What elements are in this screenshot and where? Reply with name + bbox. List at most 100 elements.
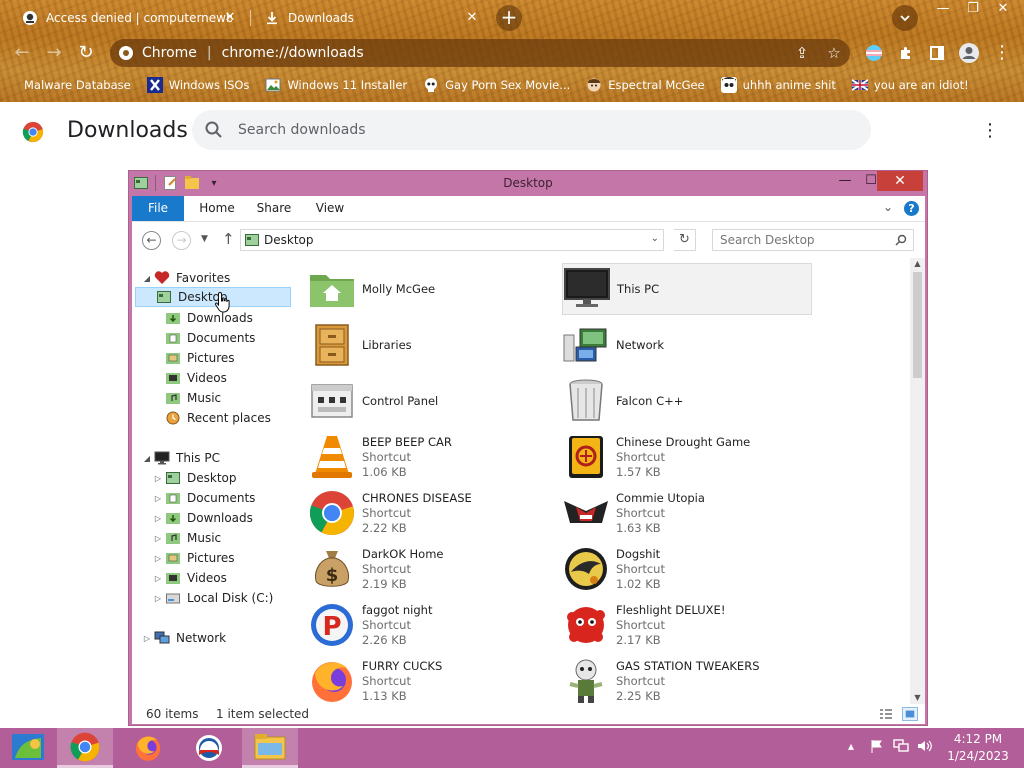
scroll-down-icon[interactable]: ▼ [910,693,925,702]
nav-favorites-pictures[interactable]: Pictures [165,348,235,368]
tab-file[interactable]: File [132,196,184,221]
nav-thispc-local-disk[interactable]: ▷ Local Disk (C:) [153,588,273,608]
search-desktop-input[interactable]: Search Desktop [712,229,914,251]
extensions-puzzle-icon[interactable] [894,41,918,65]
bookmark-you-are-an-idiot[interactable]: you are an idiot! [851,77,969,93]
bookmark-star-icon[interactable]: ☆ [822,41,846,65]
omnibox[interactable]: Chrome | chrome://downloads [110,39,850,67]
nav-this-pc[interactable]: ◢ This PC [142,448,220,468]
item-furry[interactable]: FURRY CUCKS Shortcut 1.13 KB [308,655,558,704]
item-darkok-home[interactable]: $ DarkOK Home Shortcut 2.19 KB [308,543,558,595]
back-arrow-icon[interactable]: ← [142,231,161,250]
item-fleshlight-deluxe[interactable]: Fleshlight DELUXE! Shortcut 2.17 KB [562,599,812,651]
item-molly-mcgee[interactable]: Molly McGee [308,263,558,315]
item-night[interactable]: P faggot night Shortcut 2.26 KB [308,599,558,651]
action-center-flag-icon[interactable] [870,739,884,756]
nav-thispc-desktop[interactable]: ▷ Desktop [153,468,237,488]
nav-network[interactable]: ▷ Network [142,628,226,648]
expand-ribbon-icon[interactable]: ⌄ [883,200,893,214]
more-actions-icon[interactable]: ⋮ [980,118,1000,144]
item-commie-utopia[interactable]: Commie Utopia Shortcut 1.63 KB [562,487,812,539]
share-icon[interactable]: ⇪ [790,41,814,65]
taskbar-obama-logo-app[interactable] [181,728,237,768]
nav-thispc-music[interactable]: ▷ Music [153,528,221,548]
restore-icon[interactable]: ❐ [958,0,988,18]
side-panel-icon[interactable] [925,41,949,65]
large-icons-view-icon[interactable] [902,707,918,721]
item-gas-station-tweakers[interactable]: GAS STATION TWEAKERS Shortcut 2.25 KB [562,655,812,704]
item-network[interactable]: Network [562,319,812,371]
nav-thispc-documents[interactable]: ▷ Documents [153,488,256,508]
explorer-close-icon[interactable]: ✕ [877,171,923,191]
tab-search-button[interactable] [892,5,918,31]
close-window-icon[interactable]: ✕ [988,0,1018,18]
scrollbar-thumb[interactable] [913,272,922,378]
help-icon[interactable]: ? [904,201,919,216]
up-arrow-icon[interactable]: ↑ [222,230,235,248]
explorer-title-bar[interactable]: ▾ Desktop — ☐ ✕ [129,171,927,195]
nav-favorites-recent-places[interactable]: Recent places [165,408,271,428]
forward-icon[interactable]: → [41,40,67,66]
item-falcon-cpp[interactable]: Falcon C++ [562,375,812,427]
bookmark-anime[interactable]: uhhh anime shit [720,77,836,93]
nav-favorites[interactable]: ◢ Favorites [142,268,230,288]
item-chrones-disease[interactable]: CHRONES DISEASE Shortcut 2.22 KB [308,487,558,539]
nav-thispc-pictures[interactable]: ▷ Pictures [153,548,235,568]
recent-locations-icon[interactable]: ▼ [201,234,208,244]
item-beep-beep-car[interactable]: BEEP BEEP CAR Shortcut 1.06 KB [308,431,558,483]
item-name: Control Panel [362,393,439,408]
item-libraries[interactable]: Libraries [308,319,558,371]
monitor-icon [154,451,170,465]
nav-favorites-music[interactable]: Music [165,388,221,408]
close-tab-icon[interactable]: ✕ [464,10,480,26]
nav-label: Documents [187,331,256,345]
minimize-icon[interactable]: — [928,0,958,18]
tab-view[interactable]: View [308,196,352,221]
item-dogshit[interactable]: Dogshit Shortcut 1.02 KB [562,543,812,595]
bookmark-espectral-mcgee[interactable]: Espectral McGee [586,77,705,93]
item-chinese-drought-game[interactable]: Chinese Drought Game Shortcut 1.57 KB [562,431,812,483]
address-bar[interactable]: Desktop ⌄ [240,229,664,251]
details-view-icon[interactable] [878,707,894,721]
tab-downloads[interactable]: Downloads ✕ [256,4,488,32]
scroll-up-icon[interactable]: ▲ [910,259,925,268]
bookmark-movie[interactable]: Gay Porn Sex Movie... [423,77,570,93]
nav-thispc-videos[interactable]: ▷ Videos [153,568,227,588]
item-this-pc[interactable]: This PC [562,263,812,315]
music-folder-icon [165,391,181,405]
explorer-minimize-icon[interactable]: — [833,171,857,191]
nav-favorites-desktop[interactable]: Desktop [135,287,291,307]
item-control-panel[interactable]: Control Panel [308,375,558,427]
tab-share[interactable]: Share [252,196,296,221]
volume-icon[interactable] [917,739,933,756]
chrome-menu-icon[interactable]: ⋮ [990,41,1014,65]
nav-thispc-downloads[interactable]: ▷ Downloads [153,508,253,528]
close-tab-icon[interactable]: ✕ [222,10,238,26]
new-tab-button[interactable]: + [496,5,522,31]
network-tray-icon[interactable] [893,739,909,756]
bookmark-malware-database[interactable]: Malware Database [24,78,131,92]
back-icon[interactable]: ← [9,40,35,66]
taskbar-file-explorer-app[interactable] [242,728,298,768]
flag-extension-icon[interactable] [862,41,886,65]
nav-favorites-videos[interactable]: Videos [165,368,227,388]
refresh-icon[interactable]: ↻ [674,229,696,251]
vertical-scrollbar[interactable]: ▲ ▼ [910,258,925,704]
forward-arrow-icon[interactable]: → [172,231,191,250]
bookmark-windows-isos[interactable]: Windows ISOs [146,77,249,93]
bookmark-windows-11-installer[interactable]: Windows 11 Installer [265,77,407,93]
reload-icon[interactable]: ↻ [73,40,99,66]
taskbar-firefox-app[interactable] [120,728,176,768]
profile-avatar-icon[interactable] [957,41,981,65]
start-button[interactable] [0,728,56,768]
show-hidden-icons[interactable]: ▴ [848,739,854,753]
address-dropdown-icon[interactable]: ⌄ [651,233,659,244]
nav-favorites-documents[interactable]: Documents [165,328,255,348]
tab-access-denied[interactable]: Access denied | computernewb.co ✕ [14,4,246,32]
taskbar-clock[interactable]: 4:12 PM 1/24/2023 [944,731,1012,765]
tab-home[interactable]: Home [194,196,240,221]
nav-favorites-downloads[interactable]: Downloads [165,308,253,328]
taskbar-chrome-app[interactable] [57,728,113,768]
item-size: 1.13 KB [362,688,407,703]
search-downloads-input[interactable]: Search downloads [192,110,871,150]
